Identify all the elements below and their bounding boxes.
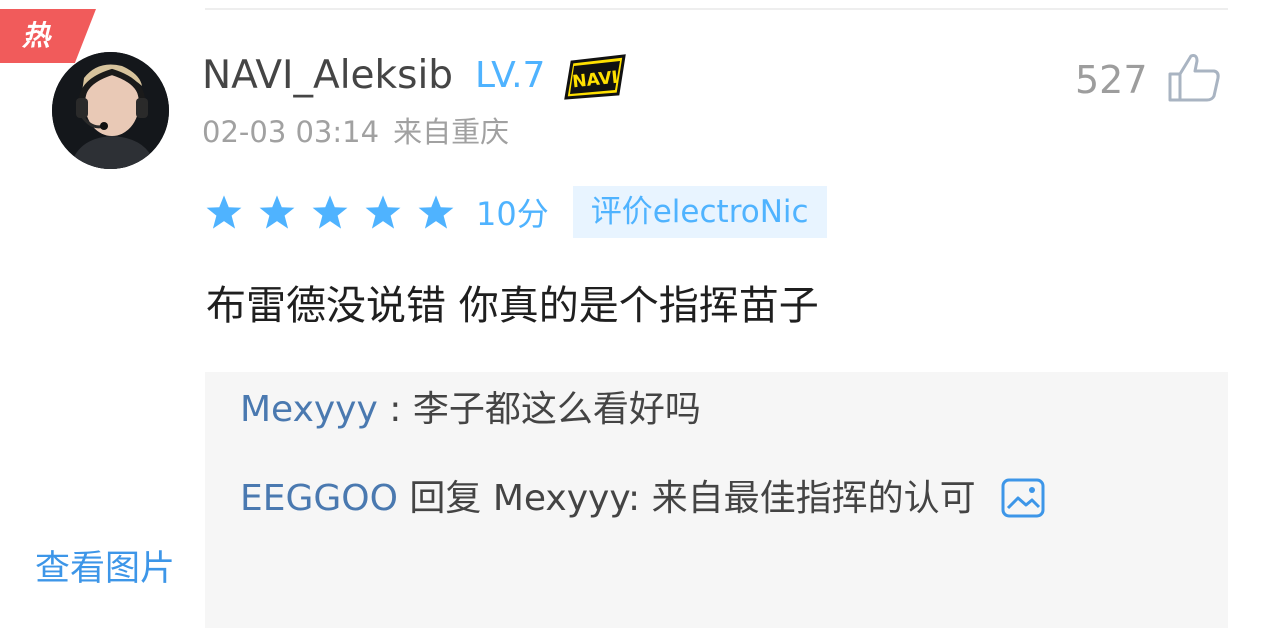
username[interactable]: NAVI_Aleksib (202, 52, 453, 100)
top-divider (205, 8, 1228, 10)
hot-badge-label: 热 (22, 19, 51, 52)
reply-item[interactable]: EEGGOO 回复 Mexyyy: 来自最佳指挥的认可 (240, 473, 1045, 525)
star-icon (365, 195, 401, 229)
star-icon (418, 195, 454, 229)
reply-text: 来自最佳指挥的认可 (640, 478, 976, 519)
replies-box[interactable]: Mexyyy : 李子都这么看好吗 EEGGOO 回复 Mexyyy: 来自最佳… (205, 372, 1228, 628)
reply-item[interactable]: Mexyyy : 李子都这么看好吗 (240, 384, 701, 436)
view-image-link[interactable]: 查看图片 (35, 543, 175, 595)
image-icon[interactable] (1001, 478, 1045, 518)
rating-row: 10分 评价electroNic (205, 186, 827, 238)
hot-badge: 热 (0, 9, 96, 63)
comment-location: 来自重庆 (393, 115, 510, 149)
rating-score: 10分 (476, 195, 549, 233)
star-icon (259, 195, 295, 229)
comment-date: 02-03 03:14 (202, 115, 380, 149)
comment-meta: 02-03 03:14 来自重庆 (202, 112, 509, 152)
comment-text: 布雷德没说错 你真的是个指挥苗子 (206, 283, 819, 329)
reply-text: 李子都这么看好吗 (412, 389, 701, 430)
star-icon (206, 195, 242, 229)
reply-username[interactable]: EEGGOO (240, 478, 398, 519)
navi-logo-icon: NAVI (564, 54, 626, 100)
thumbs-up-icon[interactable] (1166, 52, 1222, 104)
reply-action: 回复 (397, 478, 493, 519)
reply-separator: : (377, 389, 413, 430)
reply-target-user: Mexyyy: (492, 478, 641, 519)
user-level: LV.7 (475, 55, 546, 96)
avatar-image (52, 52, 169, 169)
comment-page: 热 NAVI_Aleksib LV.7 NAVI 02-03 03:14 来自重庆… (0, 0, 1280, 628)
like-count: 527 (1075, 58, 1148, 102)
avatar[interactable] (52, 52, 169, 169)
rating-target-tag[interactable]: 评价electroNic (572, 186, 827, 238)
star-icon (312, 195, 348, 229)
reply-username[interactable]: Mexyyy (240, 389, 378, 430)
